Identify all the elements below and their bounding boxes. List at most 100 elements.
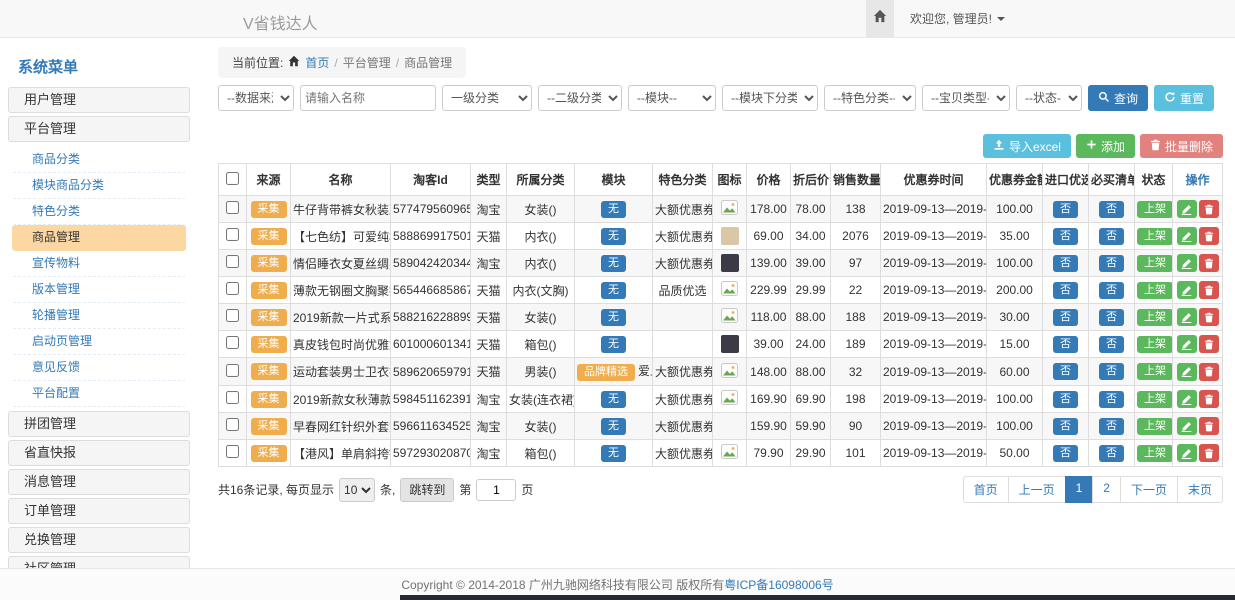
sidebar-sub-item[interactable]: 意见反馈 bbox=[12, 355, 186, 381]
status-badge[interactable]: 上架 bbox=[1137, 418, 1173, 435]
search-button[interactable]: 查询 bbox=[1088, 85, 1148, 111]
status-badge[interactable]: 上架 bbox=[1137, 255, 1173, 272]
level2-category-select[interactable]: --二级分类-- bbox=[538, 85, 622, 111]
sidebar-item-panel[interactable]: 省直快报 bbox=[8, 440, 190, 466]
delete-button[interactable] bbox=[1199, 390, 1219, 408]
data-source-select[interactable]: --数据来源-- bbox=[218, 85, 294, 111]
delete-button[interactable] bbox=[1199, 308, 1219, 326]
status-badge[interactable]: 上架 bbox=[1137, 363, 1173, 380]
home-button[interactable] bbox=[866, 0, 894, 37]
item-type-select[interactable]: --宝贝类型-- bbox=[922, 85, 1010, 111]
row-checkbox[interactable] bbox=[226, 255, 239, 268]
row-checkbox[interactable] bbox=[226, 309, 239, 322]
sidebar-sub-item[interactable]: 启动页管理 bbox=[12, 329, 186, 355]
icp-link[interactable]: 粤ICP备16098006号 bbox=[724, 576, 833, 593]
import-toggle-badge[interactable]: 否 bbox=[1053, 336, 1078, 353]
page-button[interactable]: 首页 bbox=[963, 476, 1009, 503]
sidebar-sub-item[interactable]: 特色分类 bbox=[12, 199, 186, 225]
edit-button[interactable] bbox=[1177, 254, 1197, 272]
sidebar-sub-item[interactable]: 商品分类 bbox=[12, 147, 186, 173]
reset-button[interactable]: 重置 bbox=[1154, 85, 1214, 111]
import-toggle-badge[interactable]: 否 bbox=[1053, 282, 1078, 299]
user-menu[interactable]: 欢迎您, 管理员! bbox=[910, 10, 1005, 27]
sidebar-item-platform-management[interactable]: 平台管理 bbox=[8, 116, 190, 142]
per-page-select[interactable]: 10 bbox=[339, 478, 375, 502]
edit-button[interactable] bbox=[1177, 335, 1197, 353]
module-sub-category-select[interactable]: --模块下分类-- bbox=[722, 85, 818, 111]
page-button[interactable]: 1 bbox=[1065, 476, 1094, 503]
row-checkbox[interactable] bbox=[226, 336, 239, 349]
sidebar-item-user-management[interactable]: 用户管理 bbox=[8, 87, 190, 113]
must-buy-toggle-badge[interactable]: 否 bbox=[1099, 228, 1124, 245]
status-select[interactable]: --状态-- bbox=[1016, 85, 1082, 111]
name-input[interactable] bbox=[300, 85, 436, 111]
sidebar-item-panel[interactable]: 社区管理 bbox=[8, 556, 190, 568]
sidebar-sub-item[interactable]: 版本管理 bbox=[12, 277, 186, 303]
add-button[interactable]: 添加 bbox=[1076, 134, 1135, 158]
row-checkbox[interactable] bbox=[226, 282, 239, 295]
delete-button[interactable] bbox=[1199, 254, 1219, 272]
row-checkbox[interactable] bbox=[226, 364, 239, 377]
module-select[interactable]: --模块-- bbox=[628, 85, 716, 111]
edit-button[interactable] bbox=[1177, 444, 1197, 462]
sidebar-item-current[interactable]: 商品管理 bbox=[12, 225, 186, 251]
delete-button[interactable] bbox=[1199, 444, 1219, 462]
row-checkbox[interactable] bbox=[226, 228, 239, 241]
row-checkbox[interactable] bbox=[226, 201, 239, 214]
edit-button[interactable] bbox=[1177, 200, 1197, 218]
sidebar-item-panel[interactable]: 消息管理 bbox=[8, 469, 190, 495]
must-buy-toggle-badge[interactable]: 否 bbox=[1099, 282, 1124, 299]
page-button[interactable]: 上一页 bbox=[1008, 476, 1066, 503]
sidebar-item-panel[interactable]: 拼团管理 bbox=[8, 411, 190, 437]
page-button[interactable]: 末页 bbox=[1177, 476, 1223, 503]
import-toggle-badge[interactable]: 否 bbox=[1053, 201, 1078, 218]
must-buy-toggle-badge[interactable]: 否 bbox=[1099, 391, 1124, 408]
import-excel-button[interactable]: 导入excel bbox=[983, 134, 1071, 158]
status-badge[interactable]: 上架 bbox=[1137, 445, 1173, 462]
delete-button[interactable] bbox=[1199, 335, 1219, 353]
must-buy-toggle-badge[interactable]: 否 bbox=[1099, 336, 1124, 353]
row-checkbox[interactable] bbox=[226, 445, 239, 458]
must-buy-toggle-badge[interactable]: 否 bbox=[1099, 445, 1124, 462]
jump-button[interactable]: 跳转到 bbox=[400, 478, 454, 502]
edit-button[interactable] bbox=[1177, 363, 1197, 381]
must-buy-toggle-badge[interactable]: 否 bbox=[1099, 255, 1124, 272]
import-toggle-badge[interactable]: 否 bbox=[1053, 228, 1078, 245]
delete-button[interactable] bbox=[1199, 281, 1219, 299]
edit-button[interactable] bbox=[1177, 390, 1197, 408]
sidebar-sub-item[interactable]: 模块商品分类 bbox=[12, 173, 186, 199]
level1-category-select[interactable]: 一级分类 bbox=[442, 85, 532, 111]
row-checkbox[interactable] bbox=[226, 391, 239, 404]
page-button[interactable]: 下一页 bbox=[1120, 476, 1178, 503]
batch-delete-button[interactable]: 批量删除 bbox=[1140, 134, 1223, 158]
sidebar-item-panel[interactable]: 订单管理 bbox=[8, 498, 190, 524]
delete-button[interactable] bbox=[1199, 200, 1219, 218]
import-toggle-badge[interactable]: 否 bbox=[1053, 391, 1078, 408]
status-badge[interactable]: 上架 bbox=[1137, 201, 1173, 218]
import-toggle-badge[interactable]: 否 bbox=[1053, 309, 1078, 326]
delete-button[interactable] bbox=[1199, 417, 1219, 435]
sidebar-sub-item[interactable]: 轮播管理 bbox=[12, 303, 186, 329]
jump-page-input[interactable] bbox=[476, 479, 516, 501]
import-toggle-badge[interactable]: 否 bbox=[1053, 363, 1078, 380]
must-buy-toggle-badge[interactable]: 否 bbox=[1099, 201, 1124, 218]
status-badge[interactable]: 上架 bbox=[1137, 309, 1173, 326]
edit-button[interactable] bbox=[1177, 308, 1197, 326]
status-badge[interactable]: 上架 bbox=[1137, 282, 1173, 299]
delete-button[interactable] bbox=[1199, 227, 1219, 245]
select-all-checkbox[interactable] bbox=[226, 172, 239, 185]
edit-button[interactable] bbox=[1177, 417, 1197, 435]
must-buy-toggle-badge[interactable]: 否 bbox=[1099, 363, 1124, 380]
feature-category-select[interactable]: --特色分类-- bbox=[824, 85, 916, 111]
import-toggle-badge[interactable]: 否 bbox=[1053, 255, 1078, 272]
status-badge[interactable]: 上架 bbox=[1137, 228, 1173, 245]
page-button[interactable]: 2 bbox=[1092, 476, 1121, 503]
sidebar-sub-item[interactable]: 宣传物料 bbox=[12, 251, 186, 277]
row-checkbox[interactable] bbox=[226, 418, 239, 431]
must-buy-toggle-badge[interactable]: 否 bbox=[1099, 309, 1124, 326]
import-toggle-badge[interactable]: 否 bbox=[1053, 418, 1078, 435]
must-buy-toggle-badge[interactable]: 否 bbox=[1099, 418, 1124, 435]
edit-button[interactable] bbox=[1177, 227, 1197, 245]
delete-button[interactable] bbox=[1199, 363, 1219, 381]
import-toggle-badge[interactable]: 否 bbox=[1053, 445, 1078, 462]
